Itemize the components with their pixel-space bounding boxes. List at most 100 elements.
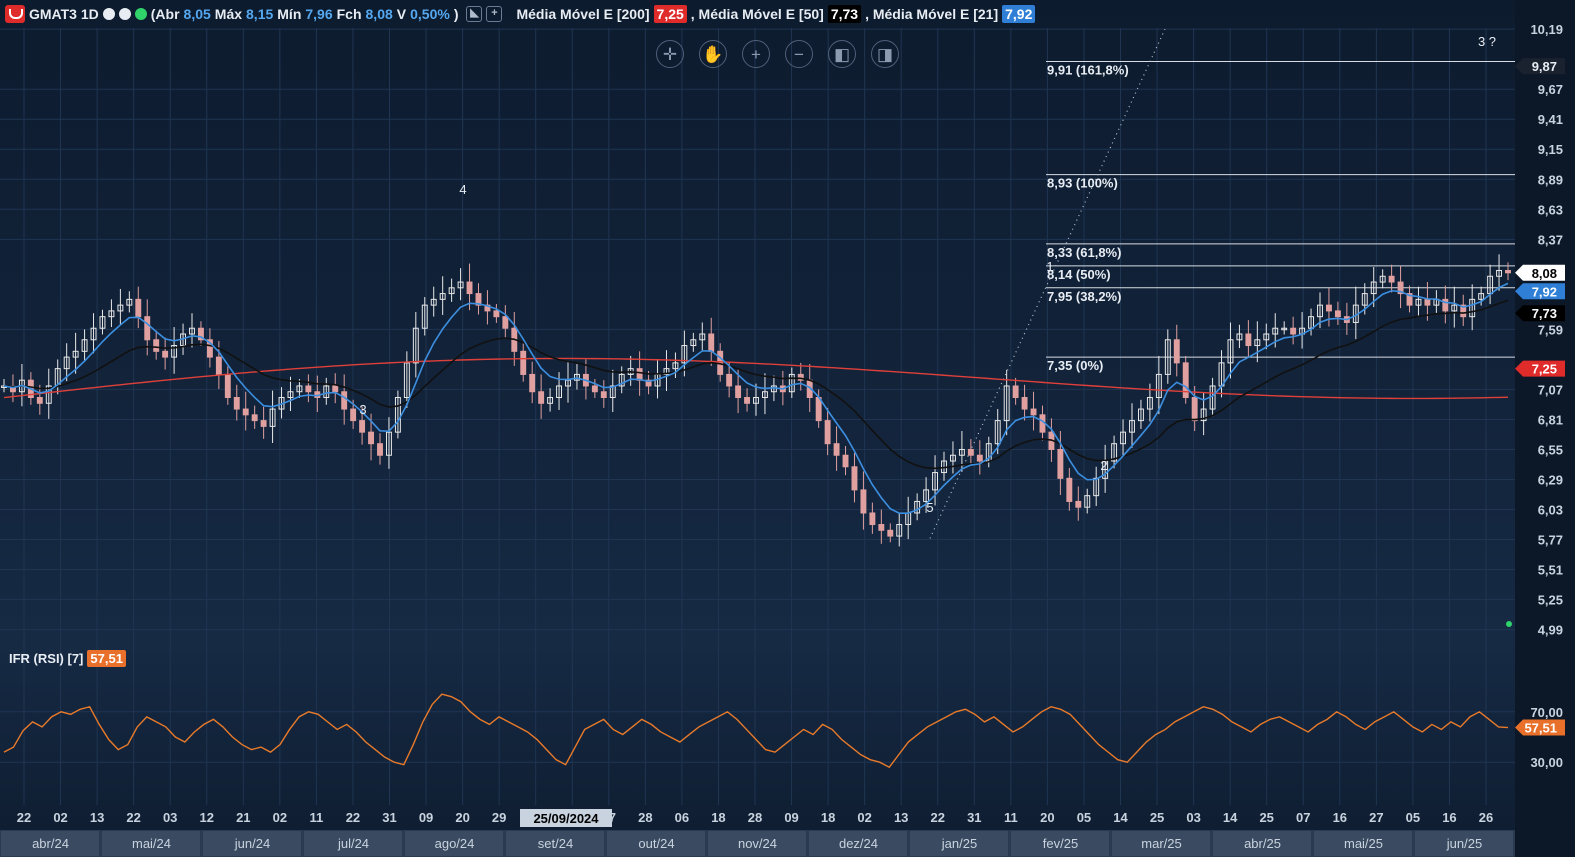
candle-body xyxy=(305,385,312,393)
x-day-tick: 03 xyxy=(163,810,177,825)
wave-label: 3 xyxy=(359,402,366,417)
ma21-value: 7,92 xyxy=(1002,5,1036,23)
candle-body xyxy=(466,281,473,295)
candle-body xyxy=(1173,339,1180,364)
y-axis-tick: 6,55 xyxy=(1538,442,1563,457)
rsi-axis-tick: 70,00 xyxy=(1530,705,1563,720)
close-label: Fch xyxy=(336,6,362,22)
rsi-badge-text: 57,51 xyxy=(1524,721,1557,736)
candle-body xyxy=(538,391,545,404)
candle-body xyxy=(1325,304,1332,312)
candle-body xyxy=(368,431,375,445)
candle-body xyxy=(976,454,983,462)
scroll-left-icon[interactable]: ◧ xyxy=(828,40,856,68)
price-badge-text: 9,87 xyxy=(1532,59,1557,74)
close-value: 8,08 xyxy=(365,6,393,22)
zoom-in-icon[interactable]: + xyxy=(742,40,770,68)
x-day-tick: 09 xyxy=(419,810,433,825)
ma21-label: , Média Móvel E [21] xyxy=(865,6,999,22)
candle-body xyxy=(833,443,840,456)
status-dot xyxy=(1506,621,1512,627)
candle-body xyxy=(1021,397,1028,410)
candle-body xyxy=(1334,310,1341,318)
scroll-right-icon[interactable]: ◨ xyxy=(871,40,899,68)
candle-body xyxy=(162,350,169,358)
x-day-tick: 03 xyxy=(1186,810,1200,825)
candle-body xyxy=(708,333,715,352)
pan-hand-icon[interactable]: ✋ xyxy=(699,40,727,68)
x-day-tick: 21 xyxy=(236,810,250,825)
x-day-tick: 09 xyxy=(784,810,798,825)
x-month-tick: mai/25 xyxy=(1344,836,1383,851)
x-month-tick: jan/25 xyxy=(941,836,977,851)
close-paren: ) xyxy=(453,6,459,22)
y-axis-tick: 9,67 xyxy=(1538,82,1563,97)
y-axis-tick: 5,25 xyxy=(1538,593,1563,608)
chart-header: GMAT3 1D (Abr 8,05 Máx 8,15 Mín 7,96 Fch… xyxy=(0,0,1515,28)
y-axis-tick: 7,59 xyxy=(1538,322,1563,337)
candle-body xyxy=(1057,448,1064,479)
price-badge-text: 7,73 xyxy=(1532,306,1557,321)
add-indicator-button[interactable]: + xyxy=(486,6,503,22)
chart-toolbar: ✛ ✋ + − ◧ ◨ xyxy=(656,40,899,68)
candle-body xyxy=(1505,269,1511,274)
x-month-tick: jun/24 xyxy=(234,836,270,851)
candle-body xyxy=(842,454,849,468)
open-label: (Abr xyxy=(150,6,180,22)
y-axis-tick: 9,41 xyxy=(1538,112,1563,127)
x-month-tick: jun/25 xyxy=(1446,836,1482,851)
candle-body xyxy=(529,373,536,393)
x-month-tick: fev/25 xyxy=(1043,836,1078,851)
x-day-tick: 31 xyxy=(967,810,981,825)
x-month-tick: out/24 xyxy=(638,836,674,851)
low-label: Mín xyxy=(277,6,302,22)
collapse-button[interactable]: ◣ xyxy=(466,6,483,22)
price-badge-ma200: 7,25 xyxy=(1515,360,1565,377)
x-month-tick: nov/24 xyxy=(738,836,777,851)
candle-body xyxy=(144,316,151,341)
status-icon xyxy=(134,8,147,20)
open-value: 8,05 xyxy=(183,6,211,22)
y-axis-tick: 6,29 xyxy=(1538,472,1563,487)
price-chart[interactable]: 2202132203122102112231092029098172806182… xyxy=(0,0,1575,857)
x-day-tick: 11 xyxy=(310,810,324,825)
candle-body xyxy=(591,385,598,393)
price-badge-text: 7,92 xyxy=(1532,284,1557,299)
crosshair-icon[interactable]: ✛ xyxy=(656,40,684,68)
fib-level-label: 7,35 (0%) xyxy=(1047,358,1103,373)
x-month-tick: set/24 xyxy=(538,836,573,851)
x-day-tick: 12 xyxy=(200,810,214,825)
x-month-tick: mar/25 xyxy=(1141,836,1181,851)
x-day-tick: 20 xyxy=(455,810,469,825)
candle-body xyxy=(350,408,357,422)
cursor-date-label: 25/09/2024 xyxy=(533,811,599,826)
ma50-value: 7,73 xyxy=(827,5,862,23)
y-axis-tick: 4,99 xyxy=(1538,623,1563,638)
candle-body xyxy=(520,350,527,375)
y-axis-tick: 8,89 xyxy=(1538,172,1563,187)
change-value: 0,50% xyxy=(410,6,450,22)
settings-icon[interactable] xyxy=(102,8,115,20)
candle-body xyxy=(332,385,339,393)
x-day-tick: 13 xyxy=(90,810,104,825)
chart-stage[interactable]: 2202132203122102112231092029098172806182… xyxy=(0,0,1575,857)
x-month-tick: abr/24 xyxy=(32,836,69,851)
price-badge-text: 7,25 xyxy=(1532,362,1557,377)
candle-body xyxy=(860,489,867,514)
symbol-label[interactable]: GMAT3 1D xyxy=(29,6,99,22)
zoom-out-icon[interactable]: − xyxy=(785,40,813,68)
y-axis-tick: 6,81 xyxy=(1538,412,1563,427)
x-day-tick: 05 xyxy=(1077,810,1091,825)
rsi-axis-tick: 30,00 xyxy=(1530,755,1563,770)
candle-body xyxy=(359,420,366,433)
price-badge-last: 8,08 xyxy=(1515,264,1565,281)
x-day-tick: 27 xyxy=(1369,810,1383,825)
fib-level-label: 8,14 (50%) xyxy=(1047,267,1111,282)
ma50-label: , Média Móvel E [50] xyxy=(690,6,824,22)
rsi-legend: IFR (RSI) [7] 57,51 xyxy=(9,650,126,667)
minimize-icon[interactable] xyxy=(118,8,131,20)
candle-body xyxy=(233,397,240,410)
candle-body xyxy=(1075,500,1082,508)
rsi-line xyxy=(3,693,1509,769)
candle-body xyxy=(878,524,885,531)
